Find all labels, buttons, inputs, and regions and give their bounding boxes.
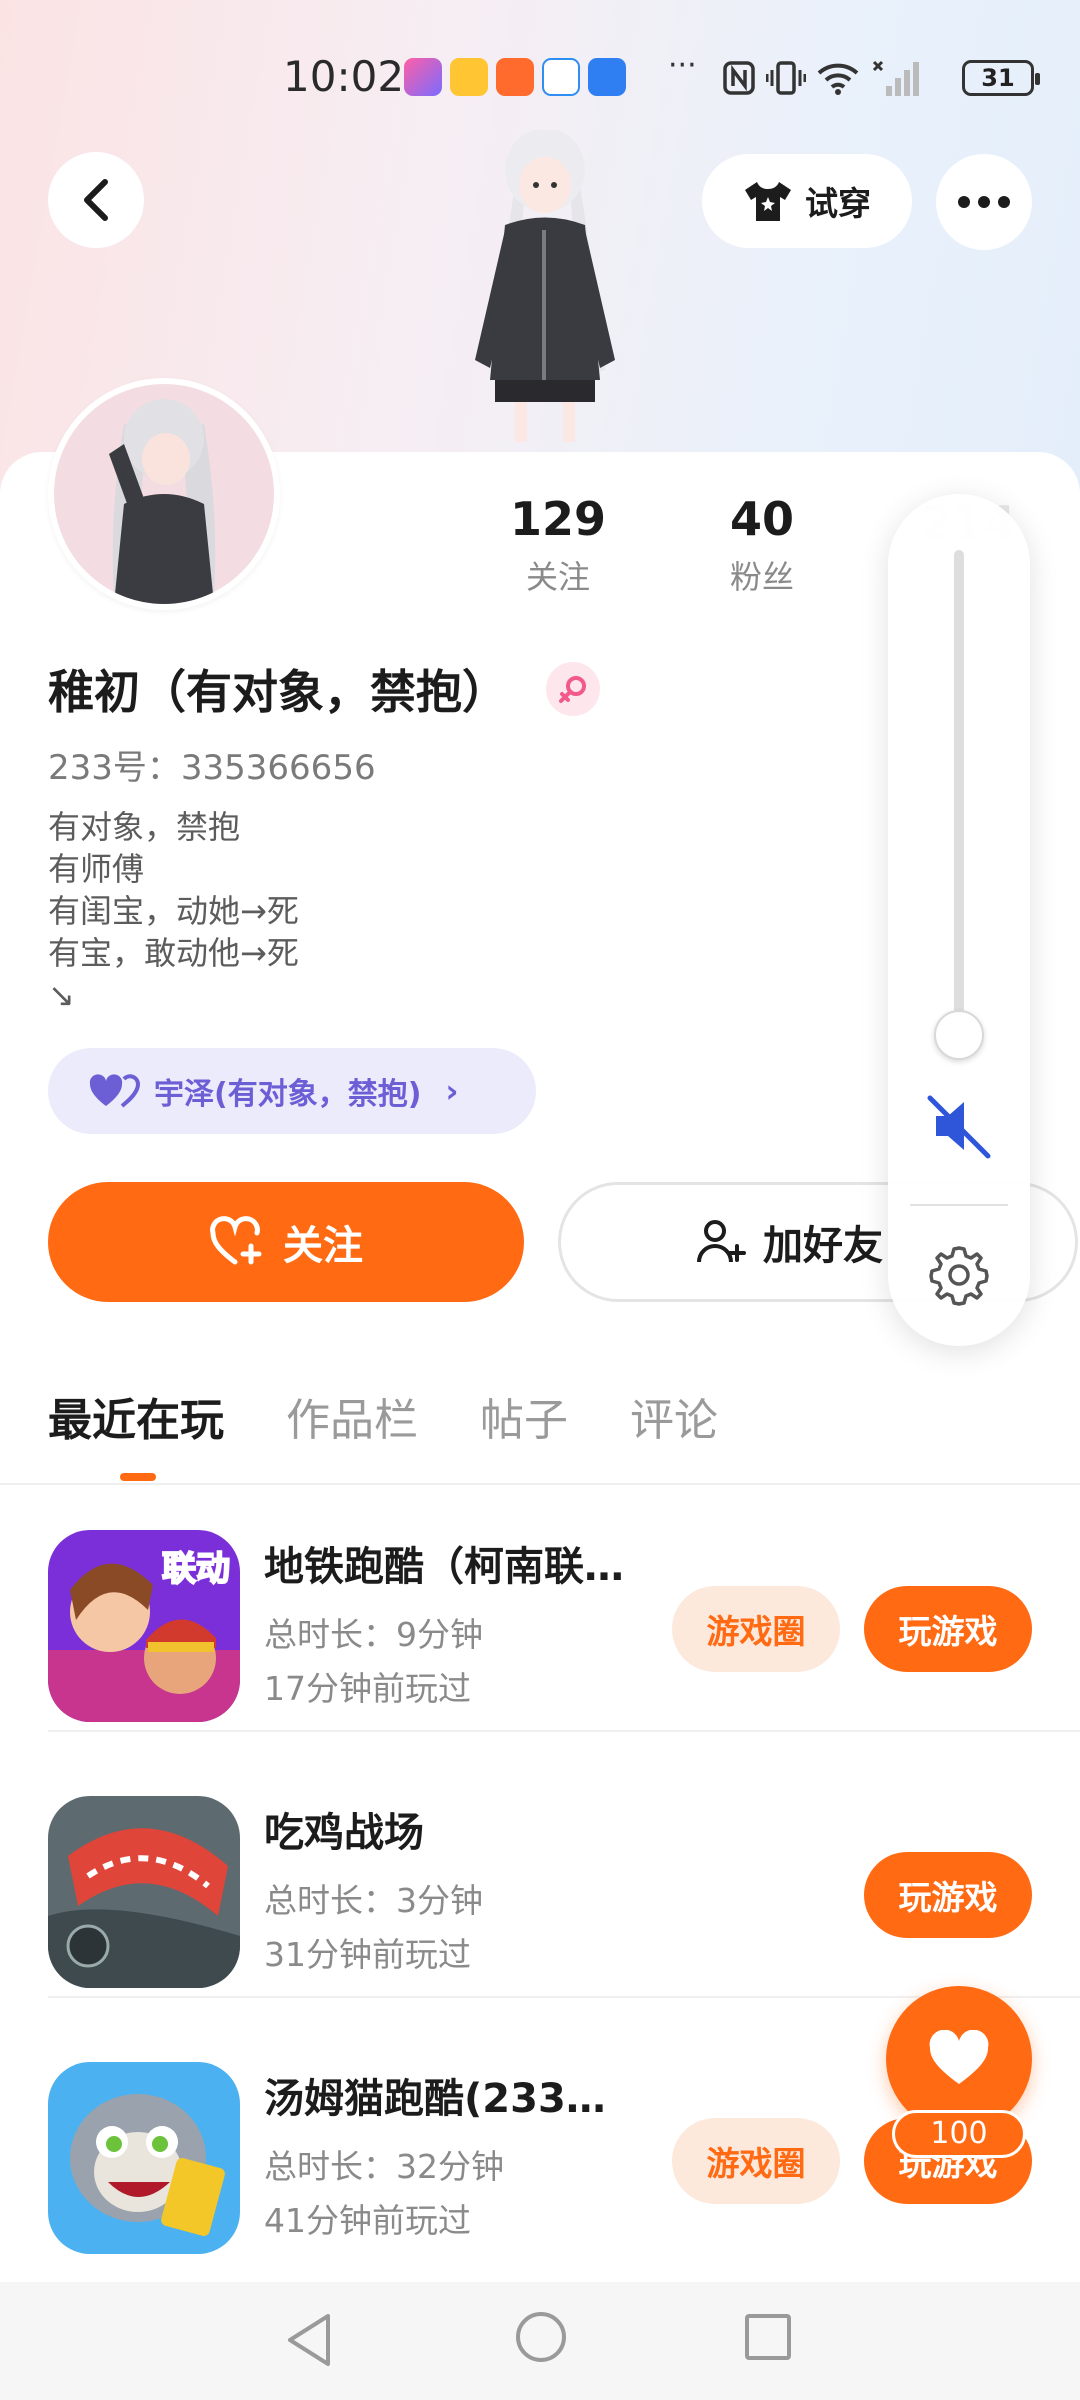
following-label: 关注: [525, 558, 590, 596]
more-options-button[interactable]: [936, 154, 1032, 250]
back-button[interactable]: [48, 152, 144, 248]
more-dot-icon: [998, 196, 1010, 208]
couple-hearts-icon: [89, 1074, 140, 1108]
more-dot-icon: [978, 196, 990, 208]
user-id: 233号：335366656: [48, 748, 376, 788]
username: 稚初（有对象，禁抱）: [48, 665, 508, 719]
female-icon: [559, 676, 586, 703]
play-game-button[interactable]: 玩游戏: [864, 1586, 1032, 1672]
game-last-played: 41分钟前玩过: [264, 2201, 471, 2240]
system-icons: [722, 58, 920, 98]
add-friend-label: 加好友: [763, 1223, 883, 1269]
status-bar: 10:02 ··· 31: [0, 48, 1080, 112]
settings-gear-icon[interactable]: [926, 1242, 992, 1308]
wifi-icon: [817, 63, 859, 95]
game-duration: 总时长：3分钟: [264, 1881, 483, 1920]
nav-home-icon[interactable]: [516, 2312, 566, 2362]
play-game-button[interactable]: 玩游戏: [864, 1852, 1032, 1938]
chevron-left-icon: [84, 179, 108, 221]
like-count-badge: 100: [892, 2110, 1026, 2158]
couple-tag-label: 宇泽(有对象，禁抱): [154, 1077, 422, 1112]
battery-indicator: 31: [962, 60, 1040, 96]
chevron-right-icon: ›: [445, 1072, 459, 1110]
volume-slider-handle[interactable]: [934, 1010, 984, 1060]
add-user-icon: [697, 1220, 746, 1263]
game-icon-badge: 联动: [162, 1549, 230, 1589]
profile-tabs: 最近在玩 作品栏 帖子 评论: [48, 1384, 718, 1448]
game-icon-talking-tom: [48, 2062, 240, 2254]
stat-following[interactable]: 129 关注: [478, 492, 638, 598]
nav-back-icon[interactable]: [284, 2312, 334, 2368]
game-icon-subway-surfers: 联动: [48, 1530, 240, 1722]
nfc-icon: [723, 61, 755, 95]
gender-badge: [546, 662, 600, 716]
couple-tag[interactable]: 宇泽(有对象，禁抱) ›: [48, 1048, 536, 1134]
app-notification-icon: [450, 58, 488, 96]
try-on-label: 试穿: [805, 184, 871, 223]
game-circle-button[interactable]: 游戏圈: [672, 2118, 840, 2204]
followers-count: 40: [729, 492, 794, 546]
bio-line: 有对象，禁抱: [48, 808, 241, 846]
follow-button[interactable]: 关注: [48, 1182, 524, 1302]
avatar-character-image: [109, 399, 216, 604]
game-last-played: 17分钟前玩过: [264, 1669, 471, 1708]
following-count: 129: [509, 492, 607, 546]
try-on-button[interactable]: 试穿: [702, 154, 912, 248]
game-name: 汤姆猫跑酷(233…: [264, 2076, 606, 2122]
game-name: 吃鸡战场: [264, 1810, 424, 1856]
signal-icon: [872, 60, 919, 96]
bio-line: 有师傅: [48, 850, 145, 888]
heart-icon: [929, 2030, 989, 2084]
status-time: 10:02: [283, 52, 405, 101]
app-notification-icon: [496, 58, 534, 96]
app-notification-icon: [404, 58, 442, 96]
followers-label: 粉丝: [729, 558, 794, 596]
bio-line: 有宝，敢动他→死: [48, 934, 299, 972]
stat-followers[interactable]: 40 粉丝: [682, 492, 842, 598]
avatar[interactable]: [48, 378, 280, 610]
more-dot-icon: [958, 196, 970, 208]
bio-line: 有闺宝，动她→死: [48, 892, 299, 930]
tab-recently-played[interactable]: 最近在玩: [48, 1384, 224, 1448]
tshirt-icon: [745, 182, 791, 221]
system-navigation-bar: [0, 2282, 1080, 2400]
tab-comments[interactable]: 评论: [630, 1384, 718, 1448]
game-last-played: 31分钟前玩过: [264, 1935, 471, 1974]
tab-works[interactable]: 作品栏: [286, 1384, 418, 1448]
game-name: 地铁跑酷（柯南联…: [264, 1544, 624, 1590]
volume-muted-icon[interactable]: [924, 1090, 996, 1162]
vibrate-icon: [766, 61, 806, 95]
heart-plus-icon: [210, 1216, 262, 1265]
character-illustration: [475, 130, 615, 442]
shield-icon: [542, 58, 580, 96]
bio-line: ↘: [48, 976, 75, 1014]
app-notification-icon: [588, 58, 626, 96]
more-notifications-icon: ···: [668, 48, 697, 83]
volume-panel: [888, 494, 1030, 1346]
notification-icons: [404, 58, 626, 96]
follow-label: 关注: [283, 1223, 363, 1269]
game-list-item[interactable]: 联动 地铁跑酷（柯南联… 总时长：9分钟 17分钟前玩过 游戏圈 玩游戏: [0, 1466, 1080, 1732]
game-icon-pubg: [48, 1796, 240, 1988]
nav-recents-icon[interactable]: [745, 2314, 791, 2360]
game-duration: 总时长：9分钟: [264, 1615, 483, 1654]
game-duration: 总时长：32分钟: [264, 2147, 504, 2186]
game-list-item[interactable]: 吃鸡战场 总时长：3分钟 31分钟前玩过 玩游戏: [0, 1732, 1080, 1998]
volume-slider-track[interactable]: [954, 550, 964, 1032]
volume-divider: [910, 1204, 1008, 1206]
game-circle-button[interactable]: 游戏圈: [672, 1586, 840, 1672]
tab-posts[interactable]: 帖子: [480, 1384, 568, 1448]
bio: 有对象，禁抱 有师傅 有闺宝，动她→死 有宝，敢动他→死 ↘: [48, 806, 299, 1016]
